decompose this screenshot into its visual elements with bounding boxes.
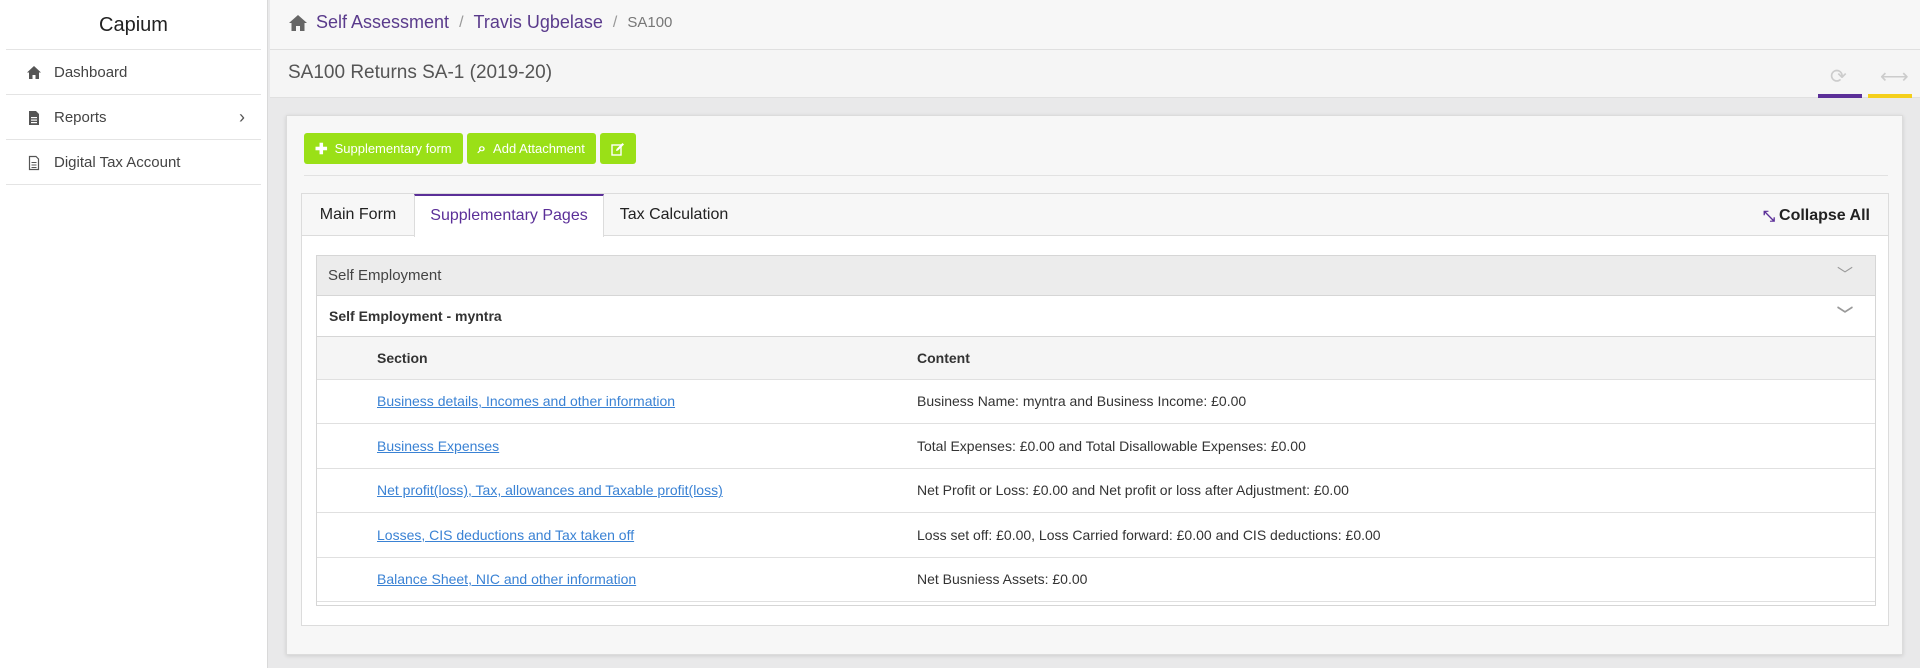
page-header: SA100 Returns SA-1 (2019-20) ⟳ ⟷: [270, 50, 1920, 98]
accordion-subtitle: Self Employment - myntra: [329, 308, 502, 324]
table-row: Losses, CIS deductions and Tax taken off…: [317, 512, 1875, 558]
breadcrumb-separator: /: [612, 13, 618, 31]
tab-bar: Main Form Supplementary Pages Tax Calcul…: [302, 194, 1888, 237]
home-icon[interactable]: [288, 14, 308, 32]
section-link[interactable]: Net profit(loss), Tax, allowances and Ta…: [377, 482, 723, 498]
sidebar-item-digital-tax-account[interactable]: Digital Tax Account: [6, 140, 261, 185]
tab-main-form[interactable]: Main Form: [302, 194, 414, 236]
breadcrumb-current: SA100: [627, 14, 673, 31]
paperclip-icon: ⌕: [477, 140, 487, 157]
divider: [304, 175, 1888, 176]
collapse-all-label: Collapse All: [1779, 207, 1870, 224]
edit-button[interactable]: [599, 133, 636, 164]
content-cell: Business Name: myntra and Business Incom…: [917, 379, 1875, 424]
section-link[interactable]: Balance Sheet, NIC and other information: [377, 571, 636, 587]
edit-icon: [611, 142, 624, 156]
content-cell: Net Profit or Loss: £0.00 and Net profit…: [917, 468, 1875, 513]
column-header-section: Section: [317, 337, 917, 380]
accordion-title: Self Employment: [328, 267, 442, 284]
breadcrumb-link-self-assessment[interactable]: Self Assessment: [316, 12, 449, 33]
document-outline-icon: [28, 155, 40, 171]
sidebar-item-label: Reports: [54, 109, 107, 126]
add-attachment-button[interactable]: ⌕ Add Attachment: [466, 133, 596, 164]
accordion-header[interactable]: Self Employment ﹀: [317, 256, 1875, 296]
home-icon: [27, 66, 41, 79]
section-link[interactable]: Losses, CIS deductions and Tax taken off: [377, 527, 634, 543]
action-toolbar: ✚ Supplementary form ⌕ Add Attachment: [304, 133, 636, 164]
section-cell: Losses, CIS deductions and Tax taken off: [317, 512, 917, 558]
breadcrumb-separator: /: [459, 13, 464, 31]
refresh-button[interactable]: ⟳: [1818, 60, 1862, 98]
section-cell: Balance Sheet, NIC and other information: [317, 557, 917, 602]
table-row: Balance Sheet, NIC and other information…: [317, 557, 1875, 602]
chevron-right-icon: ›: [239, 107, 245, 127]
sidebar-item-reports[interactable]: Reports ›: [6, 95, 261, 140]
section-link[interactable]: Business Expenses: [377, 438, 499, 454]
content-cell: Net Busniess Assets: £0.00: [917, 557, 1875, 602]
section-cell: Net profit(loss), Tax, allowances and Ta…: [317, 468, 917, 513]
content-cell: Total Expenses: £0.00 and Total Disallow…: [917, 423, 1875, 469]
supplementary-form-button[interactable]: ✚ Supplementary form: [304, 133, 463, 164]
button-label: Add Attachment: [493, 141, 585, 156]
chevron-down-icon: ﹀: [1836, 267, 1853, 284]
section-link[interactable]: Business details, Incomes and other info…: [377, 393, 675, 409]
expand-icon: ⟷: [1880, 66, 1909, 88]
table-row: Net profit(loss), Tax, allowances and Ta…: [317, 468, 1875, 513]
tab-supplementary-pages[interactable]: Supplementary Pages: [414, 194, 604, 237]
sidebar-item-dashboard[interactable]: Dashboard: [6, 50, 261, 95]
sidebar-item-label: Dashboard: [54, 64, 128, 81]
main-card: ✚ Supplementary form ⌕ Add Attachment Ma…: [286, 115, 1903, 655]
accordion-subheader[interactable]: Self Employment - myntra ﹀: [317, 296, 1875, 337]
tabs-panel: Main Form Supplementary Pages Tax Calcul…: [301, 193, 1889, 626]
refresh-icon: ⟳: [1830, 66, 1847, 88]
table-header-row: Section Content: [317, 337, 1875, 380]
content-cell: Loss set off: £0.00, Loss Carried forwar…: [917, 512, 1875, 558]
section-cell: Business Expenses: [317, 423, 917, 469]
section-cell: Business details, Incomes and other info…: [317, 379, 917, 424]
breadcrumb-link-client[interactable]: Travis Ugbelase: [474, 12, 603, 33]
table-row: Business details, Incomes and other info…: [317, 379, 1875, 424]
brand-logo[interactable]: Capium: [6, 0, 261, 50]
sidebar: Capium Dashboard Reports › Digital Tax A…: [0, 0, 268, 668]
collapse-icon: ⤡: [1763, 207, 1776, 225]
table-row: Business Expenses Total Expenses: £0.00 …: [317, 423, 1875, 469]
button-label: Supplementary form: [334, 141, 452, 156]
sections-table: Section Content Business details, Income…: [317, 337, 1875, 602]
breadcrumb: Self Assessment / Travis Ugbelase / SA10…: [288, 12, 672, 33]
self-employment-accordion: Self Employment ﹀ Self Employment - mynt…: [316, 255, 1876, 606]
sidebar-item-label: Digital Tax Account: [54, 154, 181, 171]
expand-button[interactable]: ⟷: [1868, 60, 1912, 98]
tab-tax-calculation[interactable]: Tax Calculation: [604, 194, 744, 236]
column-header-content: Content: [917, 337, 1875, 380]
top-bar: Self Assessment / Travis Ugbelase / SA10…: [270, 0, 1920, 50]
document-icon: [29, 111, 39, 125]
page-title: SA100 Returns SA-1 (2019-20): [288, 62, 553, 83]
collapse-all-button[interactable]: ⤡ Collapse All: [1763, 207, 1870, 225]
plus-icon: ✚: [315, 140, 328, 158]
chevron-down-icon: ﹀: [1836, 307, 1853, 324]
